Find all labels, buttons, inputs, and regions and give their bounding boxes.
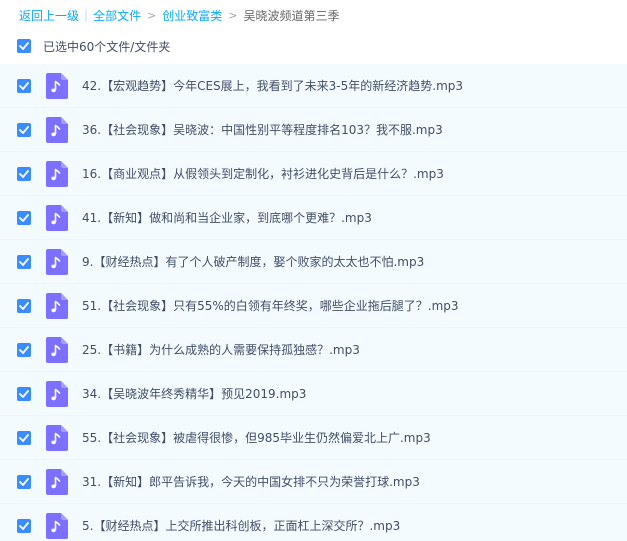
file-row[interactable]: 36.【社会现象】吴晓波：中国性别平等程度排名103？我不服.mp3: [0, 108, 627, 152]
file-row[interactable]: 31.【新知】郎平告诉我，今天的中国女排不只为荣誉打球.mp3: [0, 460, 627, 504]
checkmark-icon: [19, 389, 29, 398]
breadcrumb-divider: |: [84, 8, 89, 22]
music-file-icon: [46, 512, 68, 539]
checkmark-icon: [19, 169, 29, 178]
music-file-icon: [46, 292, 68, 319]
checkmark-icon: [19, 477, 29, 486]
current-folder: 吴晓波频道第三季: [243, 8, 340, 23]
file-row[interactable]: 16.【商业观点】从假领头到定制化，衬衫进化史背后是什么？.mp3: [0, 152, 627, 196]
file-row[interactable]: 25.【书籍】为什么成熟的人需要保持孤独感？.mp3: [0, 328, 627, 372]
checkmark-icon: [19, 521, 29, 530]
music-file-icon: [46, 336, 68, 363]
checkmark-icon: [19, 42, 29, 50]
checkmark-icon: [19, 345, 29, 354]
music-file-icon: [46, 160, 68, 187]
selection-count: 已选中60个文件/文件夹: [43, 39, 171, 54]
file-row[interactable]: 5.【财经热点】上交所推出科创板，正面杠上深交所？.mp3: [0, 504, 627, 541]
file-name[interactable]: 36.【社会现象】吴晓波：中国性别平等程度排名103？我不服.mp3: [82, 121, 443, 138]
file-row[interactable]: 41.【新知】做和尚和当企业家，到底哪个更难？.mp3: [0, 196, 627, 240]
file-checkbox[interactable]: [17, 298, 31, 313]
checkmark-icon: [19, 81, 29, 90]
file-checkbox[interactable]: [17, 254, 31, 269]
file-checkbox[interactable]: [17, 474, 31, 489]
file-checkbox[interactable]: [17, 210, 31, 225]
file-checkbox[interactable]: [17, 166, 31, 181]
folder-link[interactable]: 创业致富类: [162, 7, 222, 24]
file-name[interactable]: 5.【财经热点】上交所推出科创板，正面杠上深交所？.mp3: [82, 517, 400, 534]
file-row[interactable]: 42.【宏观趋势】今年CES展上，我看到了未来3-5年的新经济趋势.mp3: [0, 64, 627, 108]
breadcrumb-separator-icon: >: [147, 8, 157, 22]
select-all-row: 已选中60个文件/文件夹: [0, 30, 627, 62]
back-link[interactable]: 返回上一级: [19, 7, 79, 24]
checkmark-icon: [19, 125, 29, 134]
select-all-checkbox[interactable]: [17, 39, 31, 53]
all-files-link[interactable]: 全部文件: [93, 7, 141, 24]
music-file-icon: [46, 380, 68, 407]
file-checkbox[interactable]: [17, 386, 31, 401]
file-name[interactable]: 34.【吴晓波年终秀精华】预见2019.mp3: [82, 385, 306, 402]
file-name[interactable]: 51.【社会现象】只有55%的白领有年终奖，哪些企业拖后腿了？.mp3: [82, 297, 459, 314]
file-browser: 返回上一级 | 全部文件 > 创业致富类 > 吴晓波频道第三季 已选中60个文件…: [0, 0, 627, 541]
checkmark-icon: [19, 301, 29, 310]
file-name[interactable]: 55.【社会现象】被虐得很惨，但985毕业生仍然偏爱北上广.mp3: [82, 429, 431, 446]
music-file-icon: [46, 248, 68, 275]
file-checkbox[interactable]: [17, 122, 31, 137]
checkmark-icon: [19, 213, 29, 222]
file-name[interactable]: 41.【新知】做和尚和当企业家，到底哪个更难？.mp3: [82, 209, 372, 226]
file-checkbox[interactable]: [17, 78, 31, 93]
breadcrumb-separator-icon: >: [228, 8, 238, 22]
file-name[interactable]: 9.【财经热点】有了个人破产制度，娶个败家的太太也不怕.mp3: [82, 253, 424, 270]
file-list: 42.【宏观趋势】今年CES展上，我看到了未来3-5年的新经济趋势.mp3 36…: [0, 64, 627, 541]
checkmark-icon: [19, 257, 29, 266]
music-file-icon: [46, 204, 68, 231]
file-name[interactable]: 16.【商业观点】从假领头到定制化，衬衫进化史背后是什么？.mp3: [82, 165, 444, 182]
file-checkbox[interactable]: [17, 430, 31, 445]
music-file-icon: [46, 72, 68, 99]
music-file-icon: [46, 468, 68, 495]
file-name[interactable]: 31.【新知】郎平告诉我，今天的中国女排不只为荣誉打球.mp3: [82, 473, 420, 490]
file-row[interactable]: 9.【财经热点】有了个人破产制度，娶个败家的太太也不怕.mp3: [0, 240, 627, 284]
music-file-icon: [46, 424, 68, 451]
music-file-icon: [46, 116, 68, 143]
file-checkbox[interactable]: [17, 518, 31, 533]
file-name[interactable]: 42.【宏观趋势】今年CES展上，我看到了未来3-5年的新经济趋势.mp3: [82, 77, 463, 94]
file-name[interactable]: 25.【书籍】为什么成熟的人需要保持孤独感？.mp3: [82, 341, 360, 358]
file-row[interactable]: 51.【社会现象】只有55%的白领有年终奖，哪些企业拖后腿了？.mp3: [0, 284, 627, 328]
checkmark-icon: [19, 433, 29, 442]
file-checkbox[interactable]: [17, 342, 31, 357]
file-row[interactable]: 55.【社会现象】被虐得很惨，但985毕业生仍然偏爱北上广.mp3: [0, 416, 627, 460]
file-row[interactable]: 34.【吴晓波年终秀精华】预见2019.mp3: [0, 372, 627, 416]
breadcrumb: 返回上一级 | 全部文件 > 创业致富类 > 吴晓波频道第三季: [0, 0, 627, 30]
